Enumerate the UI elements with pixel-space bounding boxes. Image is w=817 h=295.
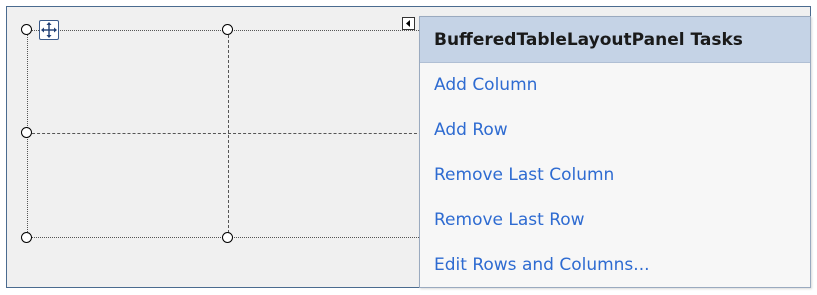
remove-last-row-link[interactable]: Remove Last Row	[420, 198, 810, 243]
resize-handle-bottom-left[interactable]	[21, 232, 32, 243]
row-divider	[27, 133, 427, 134]
column-divider	[228, 30, 229, 238]
tasks-panel-title: BufferedTableLayoutPanel Tasks	[420, 17, 810, 63]
add-row-link[interactable]: Add Row	[420, 108, 810, 153]
edit-rows-columns-link[interactable]: Edit Rows and Columns...	[420, 243, 810, 288]
move-arrows-icon[interactable]	[39, 20, 59, 40]
remove-last-column-link[interactable]: Remove Last Column	[420, 153, 810, 198]
smart-tag-arrow-icon[interactable]	[402, 17, 415, 30]
smart-tasks-panel: BufferedTableLayoutPanel Tasks Add Colum…	[419, 16, 811, 288]
resize-handle-top-middle[interactable]	[222, 24, 233, 35]
resize-handle-middle-left[interactable]	[21, 127, 32, 138]
add-column-link[interactable]: Add Column	[420, 63, 810, 108]
table-layout-panel[interactable]	[27, 30, 427, 238]
resize-handle-bottom-middle[interactable]	[222, 232, 233, 243]
resize-handle-top-left[interactable]	[21, 24, 32, 35]
